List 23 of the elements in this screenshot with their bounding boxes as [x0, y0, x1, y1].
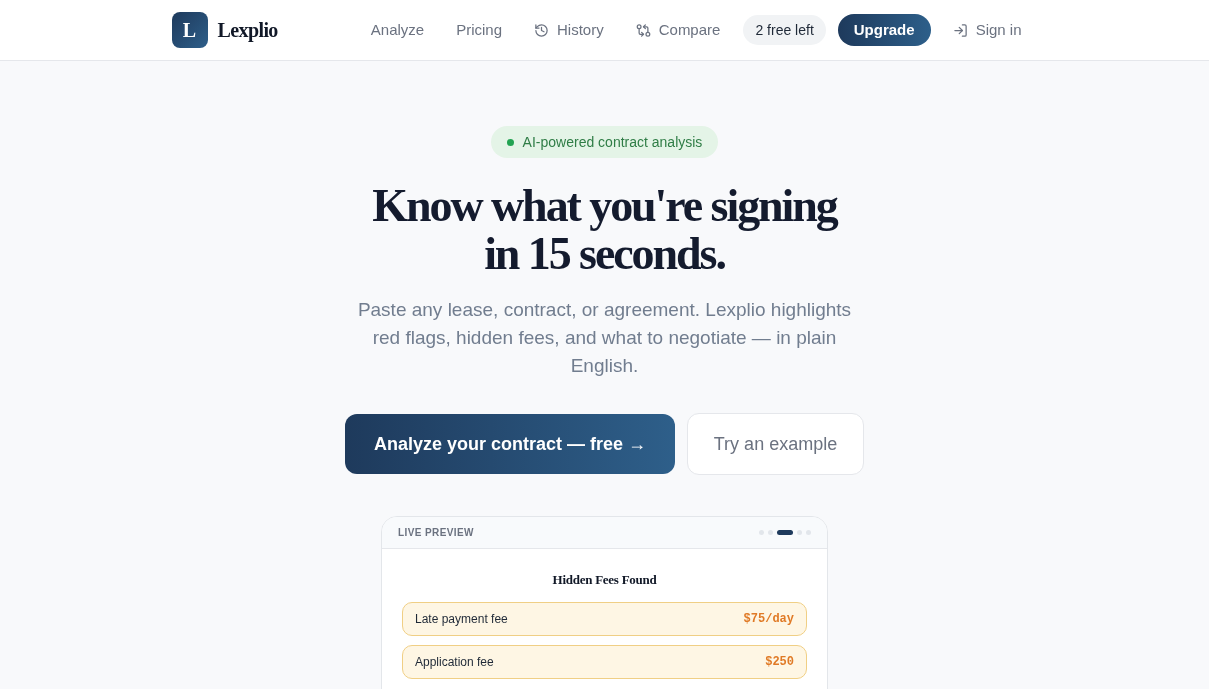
fee-amount: $250 [765, 654, 794, 671]
logo-icon[interactable]: L [171, 12, 208, 48]
nav-link[interactable]: Analyze [354, 18, 441, 42]
credits-badge: 2 free left [743, 15, 826, 45]
nav-link[interactable]: Compare [619, 18, 737, 42]
nav-link[interactable]: History [518, 18, 620, 42]
sign-in-link[interactable]: Sign in [936, 18, 1038, 42]
badge-text: AI-powered contract analysis [522, 132, 703, 152]
hero-headline: Know what you're signing in 15 seconds. [371, 182, 839, 278]
upgrade-button[interactable]: Upgrade [837, 14, 931, 46]
preview-label: LIVE PREVIEW [398, 526, 474, 540]
fee-amount: $75/day [743, 611, 794, 628]
compare-arrows-icon [635, 22, 651, 38]
example-button[interactable]: Try an example [687, 413, 864, 475]
fee-name: Application fee [415, 654, 494, 671]
analyze-button[interactable]: Analyze your contract — free → [345, 414, 675, 474]
brand-name[interactable]: Lexplio [217, 15, 278, 45]
sign-in-icon [952, 22, 968, 38]
hero-subtitle: Paste any lease, contract, or agreement. Lexplio highlights red flags, hidden fees, and what to negotiate — in plain English. [356, 298, 853, 378]
fee-name: Late payment fee [415, 611, 508, 628]
history-icon [534, 22, 550, 38]
preview-title: Hidden Fees Found [551, 572, 658, 588]
nav-link[interactable]: Pricing [440, 18, 519, 42]
